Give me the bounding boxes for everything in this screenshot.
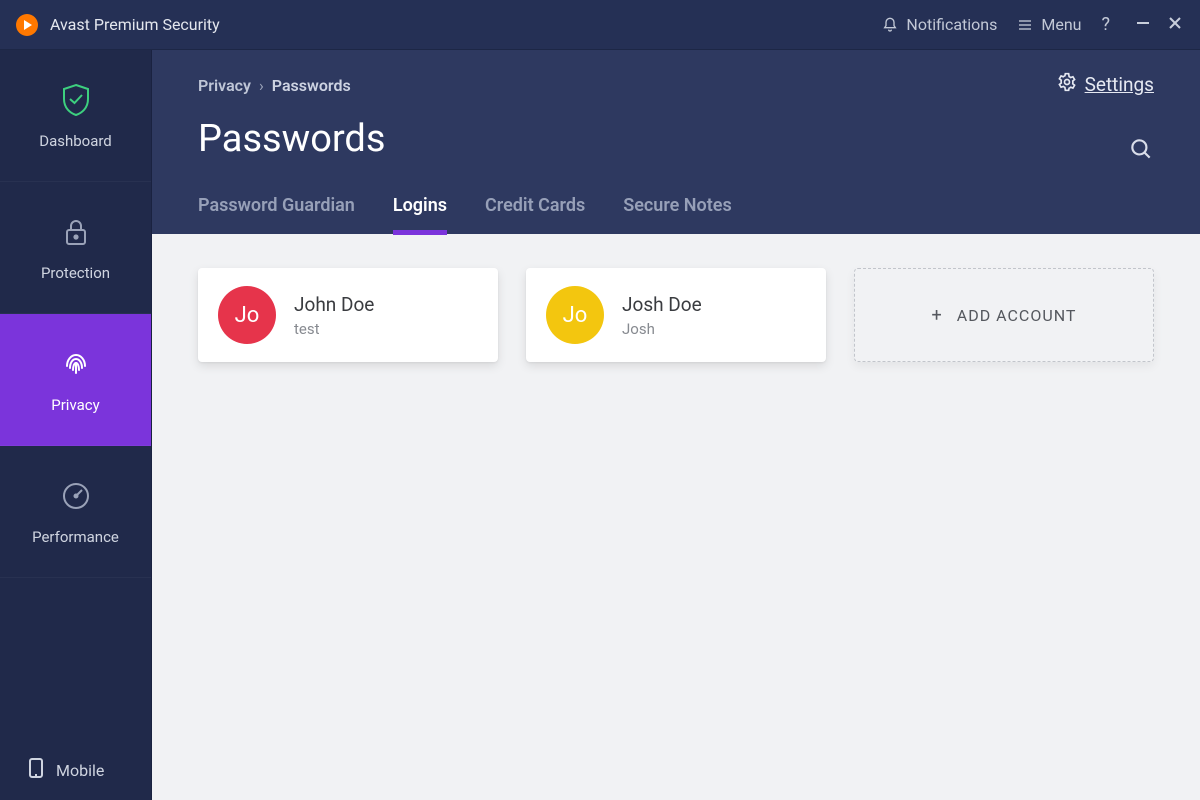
close-button[interactable]: [1168, 15, 1182, 34]
hamburger-icon: [1017, 17, 1033, 33]
avatar-initials: Jo: [235, 303, 260, 328]
avatar: Jo: [218, 286, 276, 344]
tab-credit-cards[interactable]: Credit Cards: [485, 195, 585, 234]
tab-logins[interactable]: Logins: [393, 195, 447, 234]
breadcrumb-current: Passwords: [272, 76, 351, 95]
lock-icon: [58, 214, 94, 250]
tab-label: Secure Notes: [623, 195, 731, 216]
content: Jo John Doe test Jo Josh Doe Josh + ADD …: [152, 234, 1200, 800]
page-header: Privacy › Passwords Settings Passwords: [152, 50, 1200, 234]
tab-secure-notes[interactable]: Secure Notes: [623, 195, 731, 234]
login-name: John Doe: [294, 293, 374, 316]
tab-label: Logins: [393, 195, 447, 216]
login-sub: test: [294, 320, 374, 338]
menu-button[interactable]: Menu: [1017, 15, 1081, 34]
help-button[interactable]: ?: [1101, 14, 1110, 35]
sidebar-item-label: Mobile: [56, 761, 104, 780]
plus-icon: +: [932, 305, 943, 326]
tab-password-guardian[interactable]: Password Guardian: [198, 195, 355, 234]
sidebar-item-label: Protection: [41, 264, 110, 282]
breadcrumb-parent[interactable]: Privacy: [198, 76, 251, 95]
notifications-button[interactable]: Notifications: [882, 15, 997, 34]
breadcrumb-separator: ›: [259, 76, 264, 95]
sidebar-item-protection[interactable]: Protection: [0, 182, 151, 314]
menu-label: Menu: [1041, 15, 1081, 34]
sidebar-item-dashboard[interactable]: Dashboard: [0, 50, 151, 182]
page-title: Passwords: [198, 117, 1154, 161]
sidebar-item-label: Privacy: [51, 396, 99, 414]
login-sub: Josh: [622, 320, 702, 338]
avatar: Jo: [546, 286, 604, 344]
main: Privacy › Passwords Settings Passwords: [152, 50, 1200, 800]
settings-label: Settings: [1085, 73, 1154, 96]
login-card[interactable]: Jo John Doe test: [198, 268, 498, 362]
login-name: Josh Doe: [622, 293, 702, 316]
tabs: Password Guardian Logins Credit Cards Se…: [198, 195, 1154, 234]
tab-label: Password Guardian: [198, 195, 355, 216]
tab-label: Credit Cards: [485, 195, 585, 216]
sidebar-item-performance[interactable]: Performance: [0, 446, 151, 578]
shield-check-icon: [58, 82, 94, 118]
app-title: Avast Premium Security: [50, 15, 220, 34]
titlebar: Avast Premium Security Notifications Men…: [0, 0, 1200, 50]
sidebar-item-privacy[interactable]: Privacy: [0, 314, 151, 446]
bell-icon: [882, 17, 898, 33]
brand: Avast Premium Security: [14, 12, 220, 38]
sidebar-item-mobile[interactable]: Mobile: [0, 740, 151, 800]
gauge-icon: [58, 478, 94, 514]
search-button[interactable]: [1128, 136, 1154, 166]
sidebar: Dashboard Protection Priv: [0, 50, 152, 800]
fingerprint-icon: [58, 346, 94, 382]
avast-logo-icon: [14, 12, 40, 38]
minimize-button[interactable]: [1136, 15, 1150, 34]
sidebar-item-label: Performance: [32, 528, 119, 546]
notifications-label: Notifications: [906, 15, 997, 34]
add-account-label: ADD ACCOUNT: [957, 306, 1077, 325]
breadcrumb: Privacy › Passwords: [198, 76, 1154, 95]
add-account-button[interactable]: + ADD ACCOUNT: [854, 268, 1154, 362]
settings-link[interactable]: Settings: [1057, 72, 1154, 97]
mobile-icon: [28, 757, 44, 783]
login-card[interactable]: Jo Josh Doe Josh: [526, 268, 826, 362]
sidebar-item-label: Dashboard: [39, 132, 112, 150]
gear-icon: [1057, 72, 1077, 97]
avatar-initials: Jo: [563, 303, 588, 328]
